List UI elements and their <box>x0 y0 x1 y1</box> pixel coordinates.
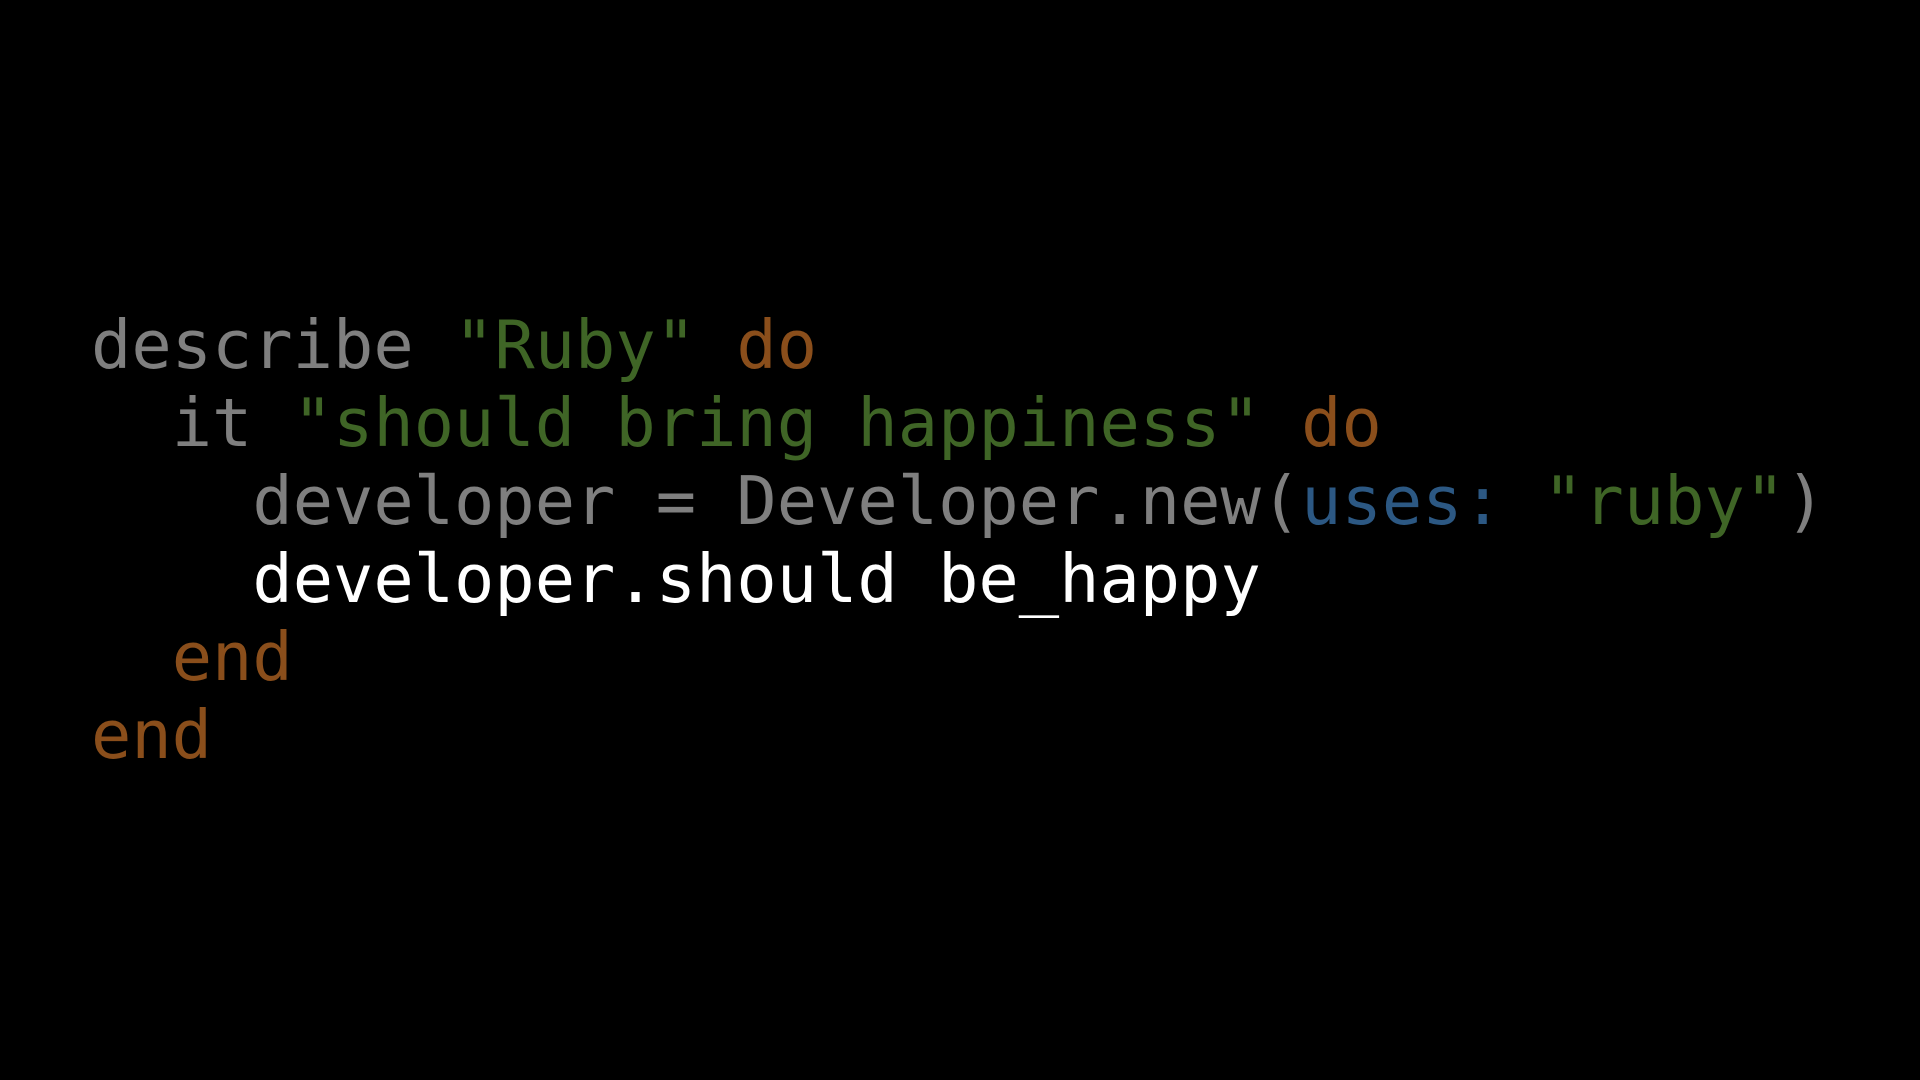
code-token: do <box>1301 384 1382 462</box>
code-line-1: describe "Ruby" do <box>91 306 1826 384</box>
code-token: ) <box>1785 462 1826 540</box>
code-line-6: end <box>91 696 1826 774</box>
code-line-5: end <box>91 618 1826 696</box>
code-token: describe <box>91 306 455 384</box>
code-line-3: developer = Developer.new(uses: "ruby") <box>91 462 1826 540</box>
code-token: do <box>736 306 818 384</box>
code-token: "should bring happiness" <box>292 384 1261 462</box>
code-block: describe "Ruby" do it "should bring happ… <box>91 306 1826 774</box>
code-token: it <box>171 384 293 462</box>
code-token: uses: <box>1301 462 1503 540</box>
code-token: developer.should be_happy <box>252 540 1261 618</box>
code-token: end <box>91 696 213 774</box>
code-line-4: developer.should be_happy <box>91 540 1826 618</box>
code-token: end <box>171 618 293 696</box>
code-token: developer = Developer.new( <box>252 462 1302 540</box>
code-token: "ruby" <box>1543 462 1786 540</box>
code-slide: describe "Ruby" do it "should bring happ… <box>0 0 1920 1080</box>
code-token: "Ruby" <box>454 306 697 384</box>
code-line-2: it "should bring happiness" do <box>91 384 1826 462</box>
